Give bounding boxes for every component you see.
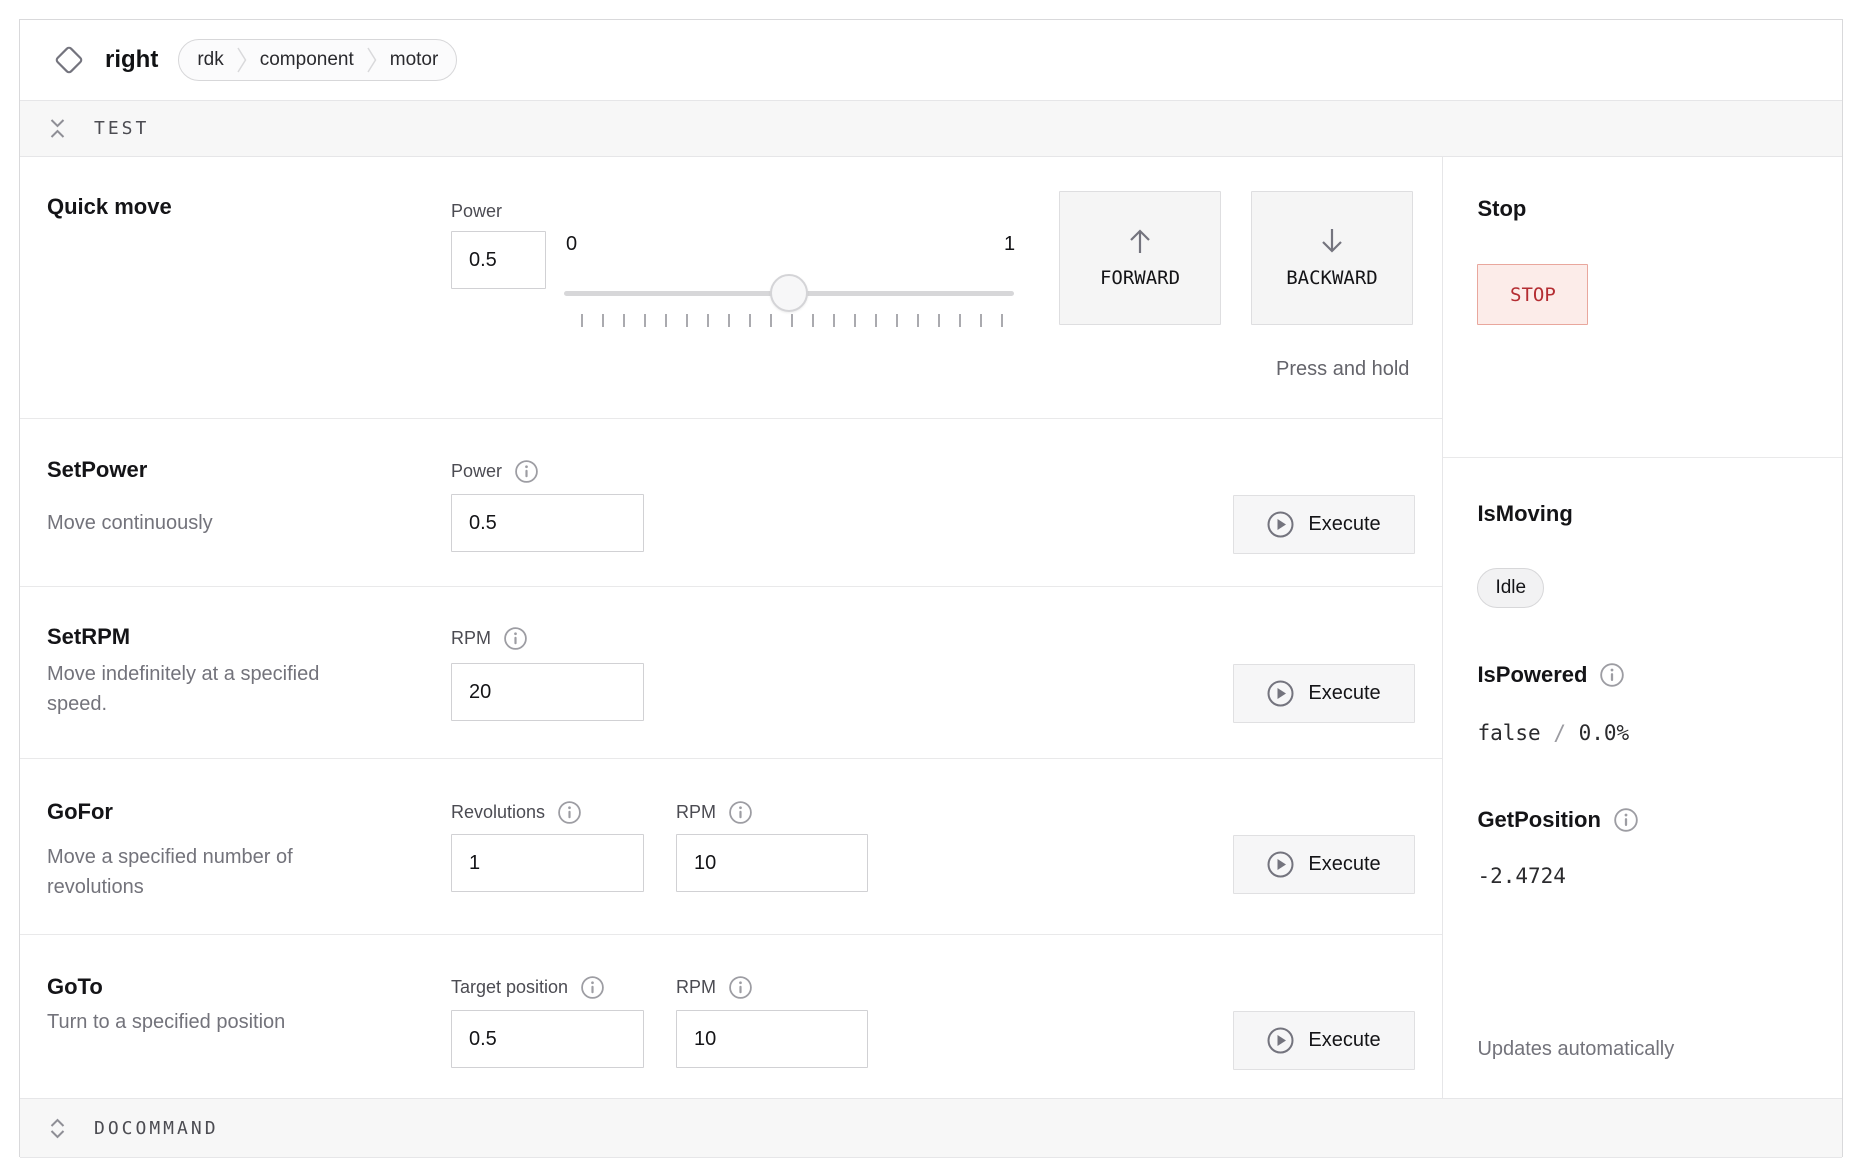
- row-title: GoTo: [47, 974, 103, 1000]
- component-name: right: [105, 46, 158, 74]
- arrow-down-icon: [1317, 227, 1347, 255]
- goto-rpm-input[interactable]: [676, 1010, 868, 1068]
- field-label: RPM: [676, 802, 716, 823]
- play-circle-icon: [1267, 680, 1294, 707]
- ispowered-title-label: IsPowered: [1477, 662, 1587, 688]
- getposition-title-label: GetPosition: [1477, 807, 1600, 833]
- field-label: Revolutions: [451, 802, 545, 823]
- test-section-header[interactable]: TEST: [20, 101, 1842, 157]
- play-circle-icon: [1267, 1027, 1294, 1054]
- row-title: Quick move: [47, 194, 172, 220]
- slider-ticks: [581, 314, 1003, 327]
- info-icon[interactable]: [557, 800, 582, 825]
- slider-max-label: 1: [1004, 233, 1015, 256]
- execute-button-label: Execute: [1308, 513, 1380, 536]
- power-label: Power: [451, 199, 502, 223]
- breadcrumb-item: component: [260, 49, 354, 71]
- stop-button[interactable]: STOP: [1477, 264, 1588, 325]
- row-description: Turn to a specified position: [47, 1007, 285, 1037]
- stop-button-label: STOP: [1510, 284, 1556, 306]
- info-icon[interactable]: [728, 800, 753, 825]
- gofor-execute-button[interactable]: Execute: [1233, 835, 1415, 894]
- row-description: Move a specified number of revolutions: [47, 842, 377, 902]
- motor-panel-card: right rdk component motor TEST Quic: [19, 19, 1843, 1157]
- field-label: Target position: [451, 977, 568, 998]
- docommand-section-header[interactable]: DOCOMMAND: [20, 1098, 1842, 1158]
- ispowered-separator: /: [1553, 721, 1566, 745]
- ispowered-bool: false: [1477, 721, 1540, 745]
- setpower-row: SetPower Move continuously Power Exe: [20, 418, 1442, 586]
- docommand-section-label: DOCOMMAND: [94, 1118, 219, 1139]
- gofor-revolutions-input[interactable]: [451, 834, 644, 892]
- getposition-title: GetPosition: [1477, 807, 1638, 833]
- updates-automatically-note: Updates automatically: [1477, 1038, 1674, 1061]
- breadcrumb: rdk component motor: [178, 39, 457, 81]
- setpower-execute-button[interactable]: Execute: [1233, 495, 1415, 554]
- setrpm-rpm-input[interactable]: [451, 663, 644, 721]
- gofor-rpm-input[interactable]: [676, 834, 868, 892]
- gofor-row: GoFor Move a specified number of revolut…: [20, 758, 1442, 934]
- row-title: SetPower: [47, 457, 147, 483]
- execute-button-label: Execute: [1308, 853, 1380, 876]
- execute-button-label: Execute: [1308, 1029, 1380, 1052]
- backward-button-label: BACKWARD: [1286, 267, 1378, 289]
- breadcrumb-item: motor: [390, 49, 439, 71]
- power-slider-knob[interactable]: [770, 274, 808, 312]
- chevron-right-icon: [237, 46, 247, 74]
- info-icon[interactable]: [503, 626, 528, 651]
- chevron-right-icon: [367, 46, 377, 74]
- slider-min-label: 0: [566, 233, 577, 256]
- expand-vertical-icon: [49, 1117, 66, 1140]
- test-content: Quick move Power 0 1: [20, 157, 1442, 1098]
- row-description: Move continuously: [47, 508, 213, 538]
- diamond-icon: [49, 40, 89, 80]
- play-circle-icon: [1267, 851, 1294, 878]
- test-section-label: TEST: [94, 118, 149, 139]
- ismoving-badge-label: Idle: [1495, 577, 1526, 599]
- stop-section: Stop STOP: [1443, 157, 1842, 458]
- quick-move-row: Quick move Power 0 1: [20, 157, 1442, 418]
- goto-row: GoTo Turn to a specified position Target…: [20, 934, 1442, 1098]
- arrow-up-icon: [1125, 227, 1155, 255]
- forward-button-label: FORWARD: [1100, 267, 1180, 289]
- field-label: Power: [451, 461, 502, 482]
- ispowered-value: false / 0.0%: [1477, 721, 1629, 745]
- setpower-power-input[interactable]: [451, 494, 644, 552]
- panel-header: right rdk component motor: [20, 20, 1842, 101]
- status-sidebar: Stop STOP IsMoving Idle IsPowered false: [1442, 157, 1842, 1098]
- info-icon[interactable]: [1599, 662, 1625, 688]
- info-icon[interactable]: [1613, 807, 1639, 833]
- breadcrumb-item: rdk: [197, 49, 223, 71]
- ispowered-title: IsPowered: [1477, 662, 1625, 688]
- stop-title: Stop: [1477, 196, 1526, 222]
- info-icon[interactable]: [514, 459, 539, 484]
- info-icon[interactable]: [728, 975, 753, 1000]
- setrpm-row: SetRPM Move indefinitely at a specified …: [20, 586, 1442, 758]
- row-title: SetRPM: [47, 624, 130, 650]
- forward-button[interactable]: FORWARD: [1059, 191, 1221, 325]
- info-icon[interactable]: [580, 975, 605, 1000]
- goto-target-position-input[interactable]: [451, 1010, 644, 1068]
- field-label: RPM: [451, 628, 491, 649]
- collapse-vertical-icon: [49, 117, 66, 140]
- press-and-hold-hint: Press and hold: [1276, 358, 1409, 381]
- row-description: Move indefinitely at a specified speed.: [47, 659, 377, 719]
- ispowered-percent: 0.0%: [1579, 721, 1630, 745]
- backward-button[interactable]: BACKWARD: [1251, 191, 1413, 325]
- getposition-value: -2.4724: [1477, 864, 1566, 888]
- ismoving-title: IsMoving: [1477, 501, 1572, 527]
- goto-execute-button[interactable]: Execute: [1233, 1011, 1415, 1070]
- quick-move-power-input[interactable]: [451, 231, 546, 289]
- field-label: RPM: [676, 977, 716, 998]
- execute-button-label: Execute: [1308, 682, 1380, 705]
- status-section: IsMoving Idle IsPowered false / 0.0% Get: [1443, 458, 1842, 1097]
- setrpm-execute-button[interactable]: Execute: [1233, 664, 1415, 723]
- ismoving-status-badge: Idle: [1477, 568, 1544, 608]
- row-title: GoFor: [47, 799, 113, 825]
- play-circle-icon: [1267, 511, 1294, 538]
